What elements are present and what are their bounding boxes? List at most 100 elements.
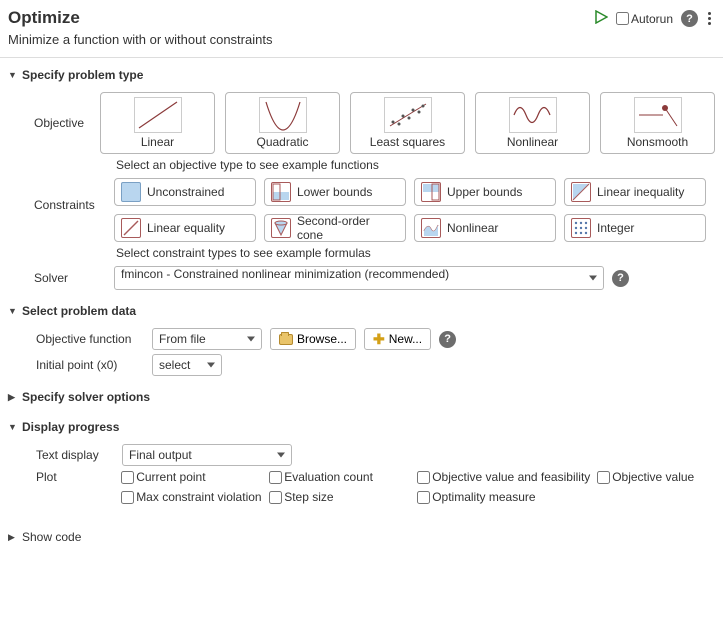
unconstrained-icon <box>121 182 141 202</box>
objective-label: Objective <box>34 116 100 130</box>
check-label: Max constraint violation <box>136 490 261 504</box>
autorun-checkbox[interactable]: Autorun <box>616 12 673 26</box>
text-display-select[interactable]: Final output <box>122 444 292 466</box>
check-label: Optimality measure <box>432 490 535 504</box>
section-label: Show code <box>22 530 81 544</box>
page-subtitle: Minimize a function with or without cons… <box>8 32 594 47</box>
card-label: Least squares <box>370 135 445 149</box>
chevron-right-icon: ▶ <box>8 392 18 403</box>
check-label: Evaluation count <box>284 470 373 484</box>
check-evaluation-count[interactable]: Evaluation count <box>269 470 417 484</box>
solver-value: fmincon - Constrained nonlinear minimiza… <box>121 267 449 281</box>
linear-icon <box>134 97 182 133</box>
least-squares-icon <box>384 97 432 133</box>
constraints-label: Constraints <box>34 178 114 212</box>
objective-least-squares[interactable]: Least squares <box>350 92 465 154</box>
constraints-hint: Select constraint types to see example f… <box>116 246 715 260</box>
more-menu-icon[interactable] <box>706 12 713 25</box>
card-label: Lower bounds <box>297 185 372 199</box>
plus-icon: ✚ <box>373 331 385 348</box>
constraint-second-order-cone[interactable]: Second-order cone <box>264 214 406 242</box>
chevron-down-icon: ▼ <box>8 70 18 80</box>
card-label: Nonlinear <box>507 135 558 149</box>
text-display-label: Text display <box>36 448 114 462</box>
section-display-progress[interactable]: ▼ Display progress <box>8 414 715 440</box>
select-value: Final output <box>129 448 192 462</box>
chevron-right-icon: ▶ <box>8 532 18 543</box>
button-label: Browse... <box>297 332 347 346</box>
objective-nonsmooth[interactable]: Nonsmooth <box>600 92 715 154</box>
card-label: Linear inequality <box>597 185 684 199</box>
card-label: Second-order cone <box>297 214 399 242</box>
cone-icon <box>271 218 291 238</box>
upper-bounds-icon <box>421 182 441 202</box>
select-value: select <box>159 358 190 372</box>
card-label: Linear equality <box>147 221 225 235</box>
check-label: Objective value and feasibility <box>432 470 590 484</box>
lower-bounds-icon <box>271 182 291 202</box>
nonsmooth-icon <box>634 97 682 133</box>
plot-label: Plot <box>36 470 113 484</box>
objective-linear[interactable]: Linear <box>100 92 215 154</box>
card-label: Quadratic <box>256 135 308 149</box>
card-label: Nonlinear <box>447 221 498 235</box>
check-label: Current point <box>136 470 205 484</box>
button-label: New... <box>389 332 422 346</box>
nonlinear-icon <box>509 97 557 133</box>
constraint-integer[interactable]: Integer <box>564 214 706 242</box>
section-label: Specify solver options <box>22 390 150 404</box>
card-label: Upper bounds <box>447 185 522 199</box>
constraint-lower-bounds[interactable]: Lower bounds <box>264 178 406 206</box>
section-label: Specify problem type <box>22 68 143 82</box>
autorun-label: Autorun <box>631 12 673 26</box>
section-specify-solver-options[interactable]: ▶ Specify solver options <box>8 384 715 410</box>
nonlinear-constraint-icon <box>421 218 441 238</box>
select-value: From file <box>159 332 206 346</box>
check-current-point[interactable]: Current point <box>121 470 269 484</box>
linear-equality-icon <box>121 218 141 238</box>
initial-point-label: Initial point (x0) <box>36 358 144 372</box>
section-select-problem-data[interactable]: ▼ Select problem data <box>8 298 715 324</box>
card-label: Nonsmooth <box>627 135 688 149</box>
chevron-down-icon: ▼ <box>8 306 18 316</box>
run-icon[interactable] <box>594 10 608 27</box>
new-button[interactable]: ✚ New... <box>364 328 431 350</box>
card-label: Unconstrained <box>147 185 224 199</box>
linear-inequality-icon <box>571 182 591 202</box>
check-label: Step size <box>284 490 333 504</box>
chevron-down-icon: ▼ <box>8 422 18 432</box>
check-max-constraint[interactable]: Max constraint violation <box>121 490 269 504</box>
integer-icon <box>571 218 591 238</box>
card-label: Integer <box>597 221 634 235</box>
help-icon[interactable]: ? <box>681 10 698 27</box>
initial-point-select[interactable]: select <box>152 354 222 376</box>
constraint-linear-equality[interactable]: Linear equality <box>114 214 256 242</box>
check-optimality[interactable]: Optimality measure <box>417 490 597 504</box>
check-label: Objective value <box>612 470 694 484</box>
check-step-size[interactable]: Step size <box>269 490 417 504</box>
solver-label: Solver <box>34 271 114 285</box>
constraint-unconstrained[interactable]: Unconstrained <box>114 178 256 206</box>
quadratic-icon <box>259 97 307 133</box>
check-obj-val[interactable]: Objective value <box>597 470 707 484</box>
objective-quadratic[interactable]: Quadratic <box>225 92 340 154</box>
objective-function-select[interactable]: From file <box>152 328 262 350</box>
card-label: Linear <box>141 135 174 149</box>
objective-function-label: Objective function <box>36 332 144 346</box>
section-label: Display progress <box>22 420 119 434</box>
section-label: Select problem data <box>22 304 136 318</box>
folder-icon <box>279 334 293 345</box>
browse-button[interactable]: Browse... <box>270 328 356 350</box>
check-obj-val-feas[interactable]: Objective value and feasibility <box>417 470 597 484</box>
solver-select[interactable]: fmincon - Constrained nonlinear minimiza… <box>114 266 604 290</box>
page-title: Optimize <box>8 8 594 28</box>
constraint-upper-bounds[interactable]: Upper bounds <box>414 178 556 206</box>
constraint-linear-inequality[interactable]: Linear inequality <box>564 178 706 206</box>
objective-function-help-icon[interactable]: ? <box>439 331 456 348</box>
section-show-code[interactable]: ▶ Show code <box>8 524 715 550</box>
section-specify-problem-type[interactable]: ▼ Specify problem type <box>8 62 715 88</box>
constraint-nonlinear[interactable]: Nonlinear <box>414 214 556 242</box>
solver-help-icon[interactable]: ? <box>612 270 629 287</box>
objective-nonlinear[interactable]: Nonlinear <box>475 92 590 154</box>
objective-hint: Select an objective type to see example … <box>116 158 715 172</box>
